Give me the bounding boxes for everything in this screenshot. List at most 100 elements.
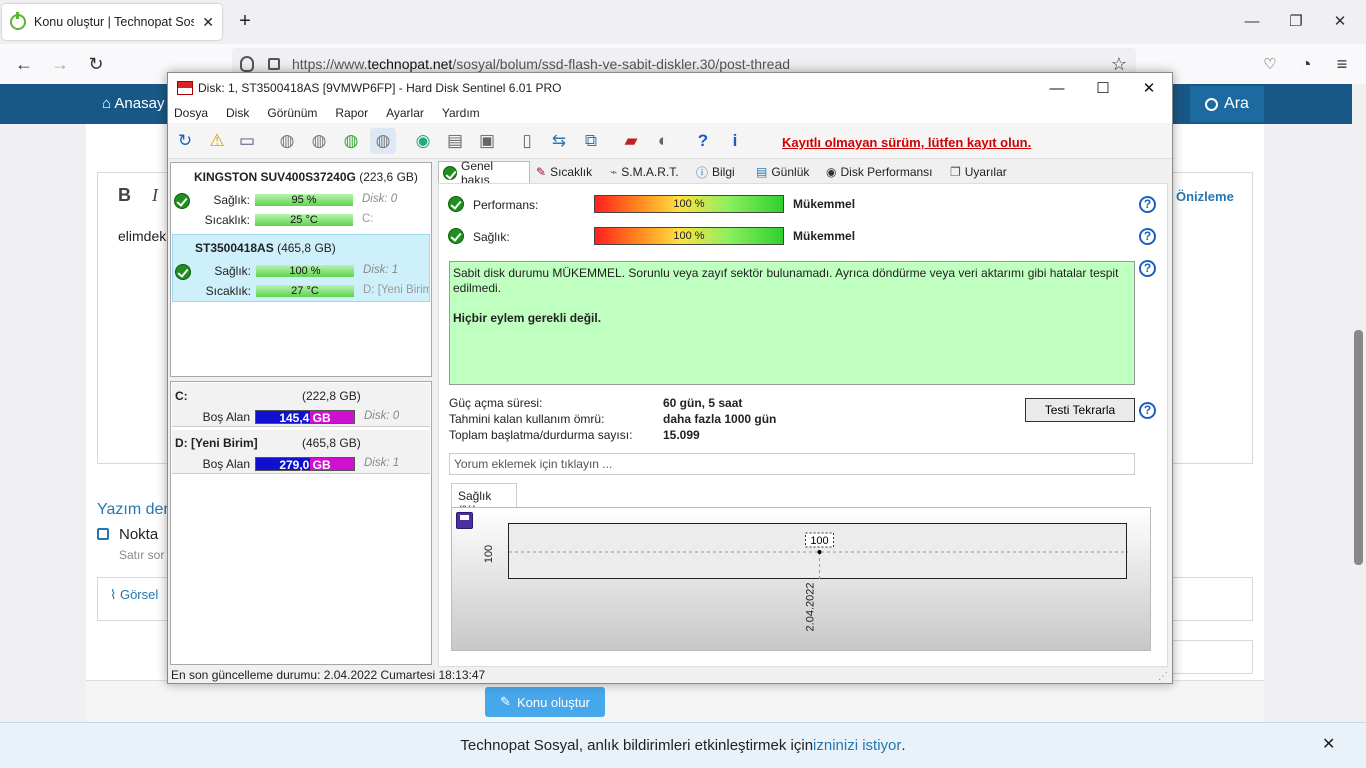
back-icon[interactable]: ←	[10, 50, 38, 78]
notification-close-icon[interactable]: ✕	[1322, 734, 1335, 754]
notification-end: .	[901, 737, 906, 754]
chart-tab-health[interactable]: Sağlık (%)	[451, 483, 517, 517]
lifetime-value: daha fazla 1000 gün	[663, 412, 777, 426]
comment-input[interactable]: Yorum eklemek için tıklayın ...	[449, 453, 1135, 475]
close-tab-icon[interactable]: ✕	[202, 14, 214, 31]
disk-ok-icon[interactable]: ◍	[338, 128, 364, 154]
side-box	[1165, 640, 1253, 674]
menu-gorunum[interactable]: Görünüm	[261, 103, 323, 123]
speaker-icon[interactable]: ◐	[650, 128, 676, 154]
tab-alerts[interactable]: ❐ Uyarılar	[946, 161, 1011, 183]
disk-item-st3500418as[interactable]: ST3500418AS (465,8 GB) Sağlık: 100 % Dis…	[172, 234, 430, 302]
tab-log[interactable]: ▤ Günlük	[752, 161, 813, 183]
account-icon[interactable]: ◔	[1292, 50, 1320, 78]
pocket-icon[interactable]: ♡	[1256, 50, 1284, 78]
tab-label: Günlük	[771, 165, 810, 179]
backup-icon[interactable]: ⇆	[546, 128, 572, 154]
report-icon[interactable]: ▯	[514, 128, 540, 154]
menu-rapor[interactable]: Rapor	[329, 103, 374, 123]
submit-button[interactable]: ✎ Konu oluştur	[485, 687, 605, 717]
reload-icon[interactable]: ↻	[82, 50, 110, 78]
disk-search-icon[interactable]: ◍	[370, 128, 396, 154]
submit-label: Konu oluştur	[516, 694, 590, 710]
home-label: Anasay	[114, 95, 165, 112]
tab-label: Bilgi	[712, 165, 735, 179]
hds-minimize-icon[interactable]: —	[1034, 73, 1080, 103]
menu-dosya[interactable]: Dosya	[168, 103, 214, 123]
menu-ayarlar[interactable]: Ayarlar	[380, 103, 430, 123]
menu-icon[interactable]: ≡	[1328, 50, 1356, 78]
menu-yardim[interactable]: Yardım	[436, 103, 486, 123]
preview-button[interactable]: Önizleme	[1176, 189, 1234, 204]
hds-title: Disk: 1, ST3500418AS [9VMWP6FP] - Hard D…	[198, 81, 562, 95]
minimize-icon[interactable]: —	[1232, 6, 1272, 36]
printer-icon[interactable]: ▤	[442, 128, 468, 154]
monitor-icon[interactable]: ▰	[618, 128, 644, 154]
hds-close-icon[interactable]: ✕	[1126, 73, 1172, 103]
notification-link[interactable]: izninizi istiyor	[813, 737, 901, 754]
globe-icon[interactable]: ◉	[410, 128, 436, 154]
tab-performance[interactable]: ◉ Disk Performansı	[822, 161, 937, 183]
hds-toolbar: ↻ ⚠ ▭ ◍ ◍ ◍ ◍ ◉ ▤ ▣ ▯ ⇆ ⧉ ▰ ◐ ? i Kayıtl…	[168, 123, 1172, 159]
home-icon: ⌂	[102, 95, 115, 112]
hds-titlebar: Disk: 1, ST3500418AS [9VMWP6FP] - Hard D…	[168, 73, 1172, 103]
performance-bar: 100 %	[594, 195, 784, 213]
disk-size: (223,6 GB)	[359, 170, 418, 184]
menu-disk[interactable]: Disk	[220, 103, 255, 123]
help-icon[interactable]: ?	[1139, 196, 1156, 213]
disk-number: Disk: 0	[362, 193, 398, 205]
help-icon[interactable]: ?	[690, 128, 716, 154]
resize-grip-icon[interactable]: ⋰	[1158, 671, 1168, 682]
attach-button[interactable]: ⌇ Görsel	[110, 587, 158, 603]
tab-smart[interactable]: ⌁ S.M.A.R.T.	[606, 161, 683, 183]
help-icon[interactable]: ?	[1139, 260, 1156, 277]
help-icon[interactable]: ?	[1139, 402, 1156, 419]
volume-name: D: [Yeni Birim]	[175, 436, 258, 450]
close-window-icon[interactable]: ✕	[1320, 6, 1360, 36]
scrollbar-thumb[interactable]	[1354, 330, 1363, 565]
health-chart: 100 100 2.04.2022	[451, 507, 1151, 651]
new-tab-button[interactable]: +	[232, 10, 258, 34]
power-icon	[10, 12, 26, 30]
overview-panel: Performans: 100 % Mükemmel ? Sağlık: 100…	[438, 183, 1168, 667]
disk-check-icon[interactable]: ◍	[274, 128, 300, 154]
retest-button[interactable]: Testi Tekrarla	[1025, 398, 1135, 422]
tab-info[interactable]: ⓘ Bilgi	[692, 161, 739, 183]
restore-icon[interactable]: ❐	[1276, 6, 1316, 36]
start-stop-label: Toplam başlatma/durdurma sayısı:	[449, 428, 633, 442]
tab-overview[interactable]: Genel bakış	[438, 159, 530, 187]
volume-item-d[interactable]: D: [Yeni Birim] (465,8 GB) Boş Alan 279,…	[172, 430, 430, 474]
save-icon[interactable]	[456, 512, 473, 529]
network-icon[interactable]: ⧉	[578, 128, 604, 154]
bold-button[interactable]: B	[118, 185, 131, 206]
notification-bar: Technopat Sosyal, anlık bildirimleri etk…	[0, 722, 1366, 768]
shield-icon[interactable]	[240, 56, 254, 72]
search-label: Ara	[1224, 95, 1249, 112]
register-warning-link[interactable]: Kayıtlı olmayan sürüm, lütfen kayıt olun…	[782, 135, 1031, 150]
hds-tabs: Genel bakış ✎ Sıcaklık ⌁ S.M.A.R.T. ⓘ Bilgi…	[438, 159, 1172, 187]
hds-menubar: Dosya Disk Görünüm Rapor Ayarlar Yardım	[168, 103, 1172, 123]
volume-item-c[interactable]: C: (222,8 GB) Boş Alan 145,4 GB Disk: 0	[172, 383, 430, 427]
performance-ok-icon	[448, 196, 464, 212]
home-link[interactable]: ⌂ Anasay	[102, 95, 164, 112]
refresh-icon[interactable]: ↻	[172, 128, 198, 154]
hds-maximize-icon[interactable]: ☐	[1080, 73, 1126, 103]
lock-icon[interactable]	[268, 58, 280, 70]
checkbox[interactable]	[97, 528, 109, 540]
tab-temperature[interactable]: ✎ Sıcaklık	[532, 161, 596, 183]
alert-icon[interactable]: ⚠	[204, 128, 230, 154]
browser-tab[interactable]: Konu oluştur | Technopat Sosyal ✕	[2, 4, 222, 40]
chart-svg: 100	[509, 532, 1128, 580]
disk-item-kingston[interactable]: KINGSTON SUV400S37240G (223,6 GB) Sağlık…	[172, 164, 430, 232]
italic-button[interactable]: I	[152, 185, 158, 206]
search-button[interactable]: Ara	[1190, 86, 1264, 122]
disk-icon[interactable]: ▭	[234, 128, 260, 154]
help-icon[interactable]: ?	[1139, 228, 1156, 245]
computer-icon[interactable]: ▣	[474, 128, 500, 154]
form-footer	[86, 680, 1264, 722]
info-icon[interactable]: i	[722, 128, 748, 154]
data-label: 100	[810, 535, 828, 547]
disk-test-icon[interactable]: ◍	[306, 128, 332, 154]
forward-icon[interactable]: →	[46, 50, 74, 78]
editor-text[interactable]: elimdek	[118, 228, 166, 244]
